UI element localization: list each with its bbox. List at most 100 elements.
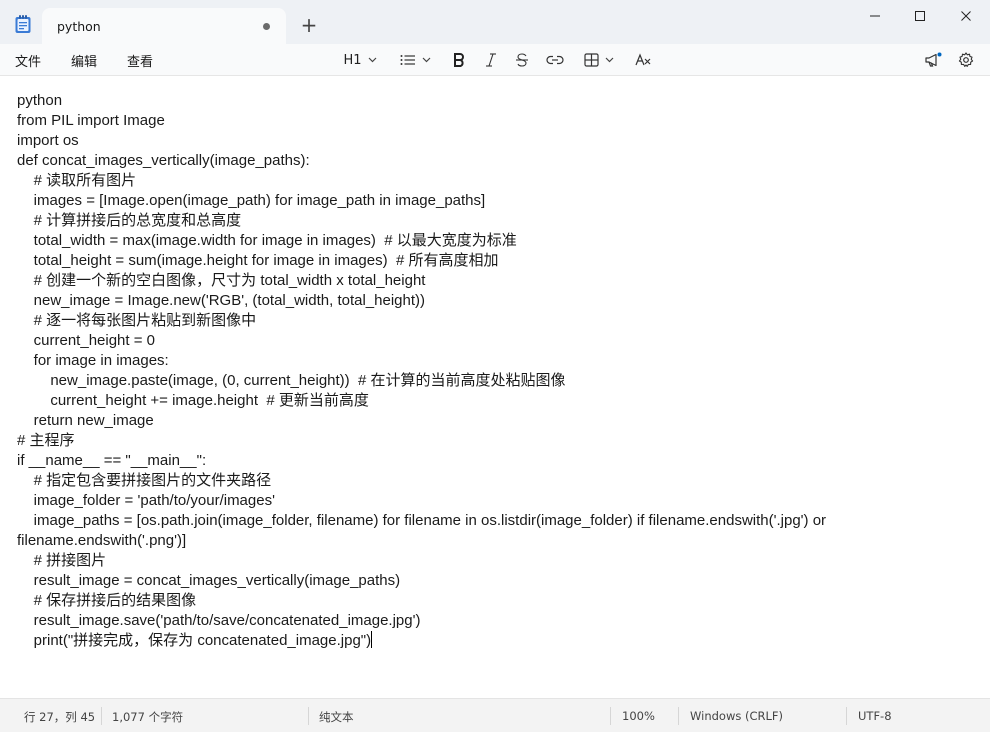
- editor-line[interactable]: image_paths = [os.path.join(image_folder…: [17, 511, 977, 531]
- text-format[interactable]: 纯文本: [319, 709, 354, 725]
- menu-file[interactable]: 文件: [15, 51, 41, 70]
- editor-line-text: # 保存拼接后的结果图像: [17, 592, 197, 609]
- character-count: 1,077 个字符: [112, 710, 184, 724]
- editor-line-text: filename.endswith('.png')]: [17, 532, 187, 549]
- editor-line[interactable]: result_image = concat_images_vertically(…: [17, 571, 977, 591]
- zoom-level[interactable]: 100%: [622, 709, 655, 723]
- editor-line[interactable]: python: [17, 91, 977, 111]
- settings-button[interactable]: [956, 48, 976, 72]
- editor-line-text: from PIL import Image: [17, 112, 165, 129]
- editor-line[interactable]: # 计算拼接后的总宽度和总高度: [17, 211, 977, 231]
- chevron-down-icon: [422, 57, 430, 63]
- editor-line[interactable]: if __name__ == "__main__":: [17, 451, 977, 471]
- close-button[interactable]: [943, 0, 989, 32]
- text-editor[interactable]: python from PIL import Image import os def …: [0, 76, 990, 698]
- chevron-down-icon: [605, 57, 614, 63]
- editor-line-text: total_width = max(image.width for image …: [17, 232, 517, 249]
- editor-line-text: # 指定包含要拼接图片的文件夹路径: [17, 472, 272, 489]
- toolbar: 文件 编辑 查看 H1: [0, 44, 990, 76]
- tab-title: python: [57, 19, 101, 34]
- menu-view[interactable]: 查看: [127, 51, 153, 70]
- editor-line[interactable]: total_width = max(image.width for image …: [17, 231, 977, 251]
- text-caret: [371, 631, 373, 648]
- status-bar: 行 27，列 45 1,077 个字符 纯文本 100% Windows (CR…: [0, 698, 990, 732]
- editor-line[interactable]: image_folder = 'path/to/your/images': [17, 491, 977, 511]
- editor-content[interactable]: python from PIL import Image import os def …: [17, 91, 977, 651]
- italic-button[interactable]: [482, 48, 500, 72]
- editor-line-text: # 读取所有图片: [17, 172, 137, 189]
- editor-line-text: # 拼接图片: [17, 552, 107, 569]
- list-dropdown[interactable]: [396, 48, 434, 72]
- minimize-button[interactable]: [852, 0, 898, 32]
- editor-line-text: # 主程序: [17, 432, 75, 449]
- editor-line-text: new_image = Image.new('RGB', (total_widt…: [17, 292, 426, 309]
- editor-line-text: result_image = concat_images_vertically(…: [17, 572, 401, 589]
- encoding[interactable]: UTF-8: [858, 709, 892, 723]
- editor-line-text: import os: [17, 132, 79, 149]
- list-icon: [400, 55, 415, 65]
- editor-line-text: print("拼接完成，保存为 concatenated_image.jpg"): [17, 632, 372, 649]
- editor-line-text: image_folder = 'path/to/your/images': [17, 492, 275, 509]
- editor-line[interactable]: new_image = Image.new('RGB', (total_widt…: [17, 291, 977, 311]
- editor-line[interactable]: print("拼接完成，保存为 concatenated_image.jpg"): [17, 631, 977, 651]
- minimize-icon: [870, 15, 880, 17]
- divider: [101, 707, 102, 725]
- editor-line[interactable]: return new_image: [17, 411, 977, 431]
- link-button[interactable]: [545, 48, 565, 72]
- editor-line[interactable]: # 拼接图片: [17, 551, 977, 571]
- editor-line[interactable]: # 主程序: [17, 431, 977, 451]
- heading-dropdown[interactable]: H1: [340, 48, 380, 72]
- editor-line[interactable]: for image in images:: [17, 351, 977, 371]
- editor-line-text: current_height += image.height # 更新当前高度: [17, 392, 369, 409]
- heading-label: H1: [343, 52, 362, 68]
- chevron-down-icon: [368, 57, 376, 63]
- editor-line[interactable]: # 指定包含要拼接图片的文件夹路径: [17, 471, 977, 491]
- editor-line[interactable]: new_image.paste(image, (0, current_heigh…: [17, 371, 977, 391]
- divider: [308, 707, 309, 725]
- divider: [846, 707, 847, 725]
- editor-line[interactable]: images = [Image.open(image_path) for ima…: [17, 191, 977, 211]
- megaphone-icon: [925, 52, 942, 67]
- title-bar: python +: [0, 0, 990, 44]
- editor-line[interactable]: # 创建一个新的空白图像，尺寸为 total_width x total_hei…: [17, 271, 977, 291]
- cursor-position: 行 27，列 45: [24, 710, 96, 724]
- editor-line-text: new_image.paste(image, (0, current_heigh…: [17, 372, 566, 389]
- editor-line-text: def concat_images_vertically(image_paths…: [17, 152, 310, 169]
- bold-button[interactable]: [450, 48, 468, 72]
- editor-line[interactable]: def concat_images_vertically(image_paths…: [17, 151, 977, 171]
- editor-line[interactable]: # 逐一将每张图片粘贴到新图像中: [17, 311, 977, 331]
- menu-edit[interactable]: 编辑: [71, 51, 97, 70]
- editor-line-text: current_height = 0: [17, 332, 156, 349]
- maximize-button[interactable]: [897, 0, 943, 32]
- editor-line-text: python: [17, 92, 63, 109]
- editor-line-text: images = [Image.open(image_path) for ima…: [17, 192, 486, 209]
- clear-format-button[interactable]: [634, 48, 652, 72]
- unsaved-indicator-icon[interactable]: [263, 23, 270, 30]
- gear-icon: [958, 52, 974, 67]
- italic-icon: [486, 53, 496, 67]
- editor-line[interactable]: total_height = sum(image.height for imag…: [17, 251, 977, 271]
- close-icon: [961, 11, 971, 21]
- editor-line[interactable]: import os: [17, 131, 977, 151]
- divider: [678, 707, 679, 725]
- editor-line-text: image_paths = [os.path.join(image_folder…: [17, 512, 827, 529]
- editor-line[interactable]: current_height += image.height # 更新当前高度: [17, 391, 977, 411]
- editor-line-text: # 逐一将每张图片粘贴到新图像中: [17, 312, 257, 329]
- editor-line[interactable]: from PIL import Image: [17, 111, 977, 131]
- editor-line[interactable]: filename.endswith('.png')]: [17, 531, 977, 551]
- strikethrough-button[interactable]: [513, 48, 531, 72]
- editor-line-text: if __name__ == "__main__":: [17, 452, 207, 469]
- editor-line[interactable]: # 读取所有图片: [17, 171, 977, 191]
- editor-line[interactable]: result_image.save('path/to/save/concaten…: [17, 611, 977, 631]
- table-icon: [584, 53, 599, 67]
- new-tab-button[interactable]: +: [298, 14, 320, 36]
- line-ending[interactable]: Windows (CRLF): [690, 709, 783, 723]
- editor-line[interactable]: # 保存拼接后的结果图像: [17, 591, 977, 611]
- document-tab[interactable]: python: [42, 8, 286, 44]
- feedback-button[interactable]: [922, 48, 944, 72]
- clear-format-icon: [635, 53, 651, 66]
- notepad-icon: [14, 14, 32, 34]
- editor-line[interactable]: current_height = 0: [17, 331, 977, 351]
- editor-line-text: for image in images:: [17, 352, 169, 369]
- table-dropdown[interactable]: [580, 48, 618, 72]
